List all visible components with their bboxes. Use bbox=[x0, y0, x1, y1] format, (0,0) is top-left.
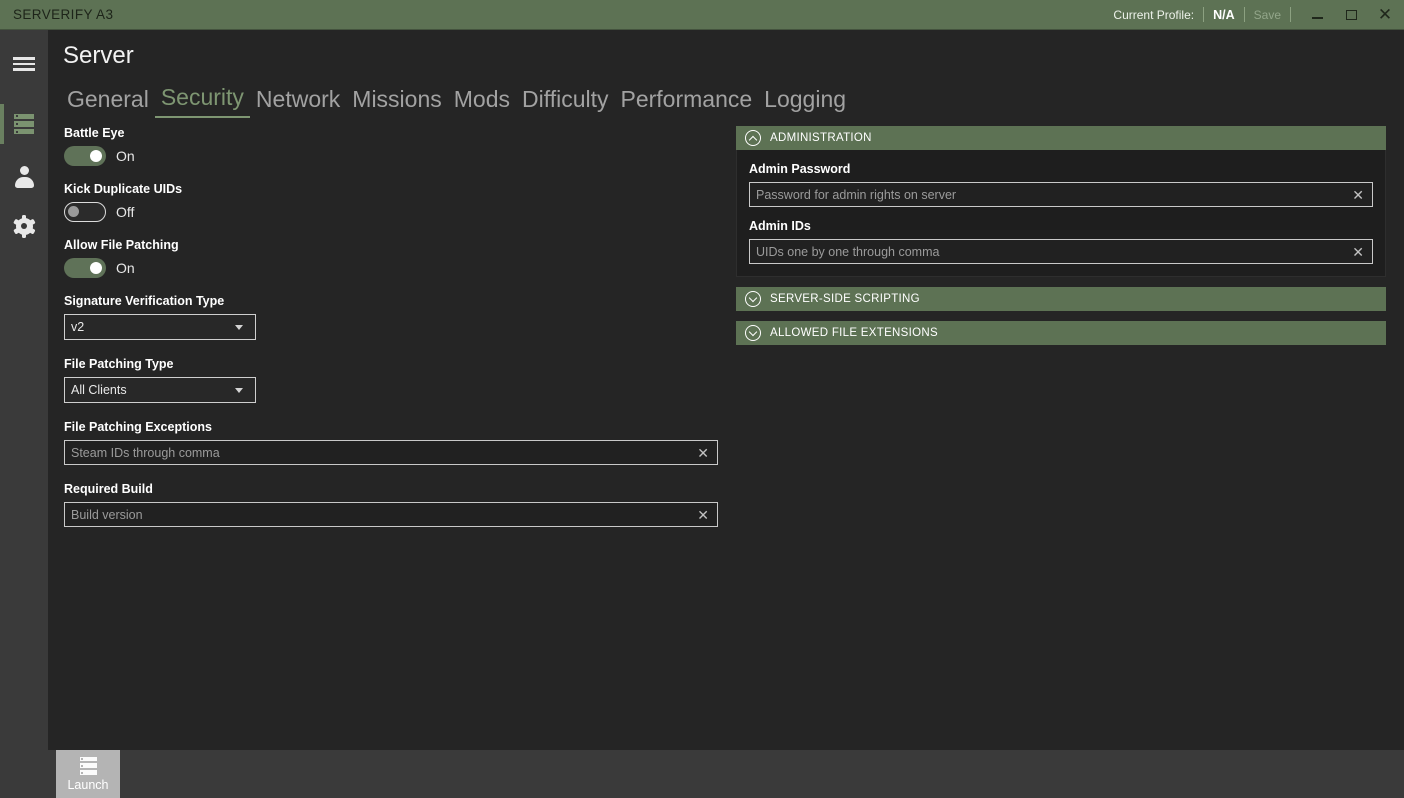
app-title: SERVERIFY A3 bbox=[13, 7, 114, 22]
file-patching-exceptions-label: File Patching Exceptions bbox=[64, 420, 212, 434]
tab-missions[interactable]: Missions bbox=[346, 86, 447, 118]
admin-ids-input[interactable]: UIDs one by one through comma ✕ bbox=[749, 239, 1373, 264]
kick-duplicate-uids-toggle[interactable] bbox=[64, 202, 106, 222]
section-header-allowed-file-extensions[interactable]: ALLOWED FILE EXTENSIONS bbox=[736, 321, 1386, 345]
save-button[interactable]: Save bbox=[1254, 8, 1281, 22]
admin-ids-label: Admin IDs bbox=[749, 219, 811, 233]
kick-duplicate-uids-row: Off bbox=[64, 202, 744, 222]
chevron-down-icon bbox=[745, 325, 761, 341]
clear-icon[interactable]: ✕ bbox=[695, 508, 711, 522]
required-build-label: Required Build bbox=[64, 482, 153, 496]
tab-mods[interactable]: Mods bbox=[448, 86, 516, 118]
file-patching-exceptions-input[interactable]: Steam IDs through comma ✕ bbox=[64, 440, 718, 465]
clear-icon[interactable]: ✕ bbox=[1350, 188, 1366, 202]
content-area: Server General Security Network Missions… bbox=[48, 30, 1404, 750]
chevron-down-icon bbox=[235, 324, 243, 330]
allow-file-patching-row: On bbox=[64, 258, 744, 278]
tab-bar: General Security Network Missions Mods D… bbox=[61, 84, 852, 118]
minimize-icon[interactable] bbox=[1300, 0, 1334, 30]
divider bbox=[1290, 7, 1291, 22]
current-profile-value: N/A bbox=[1213, 7, 1235, 22]
allow-file-patching-toggle[interactable] bbox=[64, 258, 106, 278]
security-settings-right: ADMINISTRATION Admin Password Password f… bbox=[736, 126, 1386, 345]
tab-performance[interactable]: Performance bbox=[615, 86, 759, 118]
tab-difficulty[interactable]: Difficulty bbox=[516, 86, 615, 118]
current-profile-label: Current Profile: bbox=[1113, 7, 1195, 22]
footer-bar: Launch bbox=[0, 750, 1404, 798]
tab-network[interactable]: Network bbox=[250, 86, 346, 118]
admin-password-placeholder: Password for admin rights on server bbox=[756, 187, 957, 202]
battle-eye-label: Battle Eye bbox=[64, 126, 125, 140]
tab-security[interactable]: Security bbox=[154, 84, 250, 118]
launch-button[interactable]: Launch bbox=[56, 750, 120, 798]
admin-password-label: Admin Password bbox=[749, 162, 851, 176]
battle-eye-row: On bbox=[64, 146, 744, 166]
sidebar: ? bbox=[0, 30, 48, 798]
file-patching-exceptions-placeholder: Steam IDs through comma bbox=[71, 445, 220, 460]
chevron-up-icon bbox=[745, 130, 761, 146]
section-header-server-side-scripting[interactable]: SERVER-SIDE SCRIPTING bbox=[736, 287, 1386, 311]
admin-ids-placeholder: UIDs one by one through comma bbox=[756, 244, 940, 259]
app-window: SERVERIFY A3 Current Profile: N/A Save ✕ bbox=[0, 0, 1404, 798]
kick-duplicate-uids-label: Kick Duplicate UIDs bbox=[64, 182, 183, 196]
file-patching-type-value: All Clients bbox=[71, 383, 127, 397]
page-title: Server bbox=[63, 42, 134, 69]
file-patching-type-label: File Patching Type bbox=[64, 357, 174, 371]
section-title: ADMINISTRATION bbox=[770, 132, 872, 144]
signature-verification-type-label: Signature Verification Type bbox=[64, 294, 225, 308]
battle-eye-toggle[interactable] bbox=[64, 146, 106, 166]
kick-duplicate-uids-state: Off bbox=[116, 204, 135, 220]
launch-label: Launch bbox=[67, 777, 109, 792]
admin-password-input[interactable]: Password for admin rights on server ✕ bbox=[749, 182, 1373, 207]
tab-logging[interactable]: Logging bbox=[758, 86, 852, 118]
section-body-administration: Admin Password Password for admin rights… bbox=[736, 150, 1386, 277]
sidebar-item-profiles[interactable] bbox=[0, 152, 48, 200]
divider bbox=[1243, 7, 1245, 22]
maximize-icon[interactable] bbox=[1334, 0, 1368, 30]
server-icon bbox=[79, 756, 97, 775]
signature-verification-type-value: v2 bbox=[71, 320, 85, 334]
gear-icon bbox=[12, 214, 36, 238]
section-header-administration[interactable]: ADMINISTRATION bbox=[736, 126, 1386, 150]
signature-verification-type-select[interactable]: v2 bbox=[64, 314, 256, 340]
active-indicator bbox=[0, 104, 4, 144]
required-build-input[interactable]: Build version ✕ bbox=[64, 502, 718, 527]
file-patching-type-select[interactable]: All Clients bbox=[64, 377, 256, 403]
sidebar-item-server[interactable] bbox=[0, 100, 48, 148]
close-icon[interactable]: ✕ bbox=[1368, 0, 1402, 30]
battle-eye-state: On bbox=[116, 148, 135, 164]
required-build-placeholder: Build version bbox=[71, 507, 143, 522]
security-settings-left: Battle Eye On Kick Duplicate UIDs Off Al… bbox=[64, 126, 744, 544]
title-bar-right: Current Profile: N/A Save ✕ bbox=[1113, 0, 1404, 30]
sidebar-item-settings[interactable] bbox=[0, 202, 48, 250]
section-title: SERVER-SIDE SCRIPTING bbox=[770, 293, 920, 305]
sidebar-item-menu[interactable] bbox=[0, 40, 48, 88]
section-title: ALLOWED FILE EXTENSIONS bbox=[770, 327, 938, 339]
clear-icon[interactable]: ✕ bbox=[695, 446, 711, 460]
allow-file-patching-state: On bbox=[116, 260, 135, 276]
server-icon bbox=[14, 113, 34, 135]
title-bar: SERVERIFY A3 Current Profile: N/A Save ✕ bbox=[0, 0, 1404, 30]
divider bbox=[1203, 7, 1205, 22]
person-icon bbox=[13, 165, 35, 188]
chevron-down-icon bbox=[745, 291, 761, 307]
allow-file-patching-label: Allow File Patching bbox=[64, 238, 179, 252]
tab-general[interactable]: General bbox=[61, 86, 155, 118]
clear-icon[interactable]: ✕ bbox=[1350, 245, 1366, 259]
hamburger-icon bbox=[13, 54, 35, 75]
chevron-down-icon bbox=[235, 387, 243, 393]
